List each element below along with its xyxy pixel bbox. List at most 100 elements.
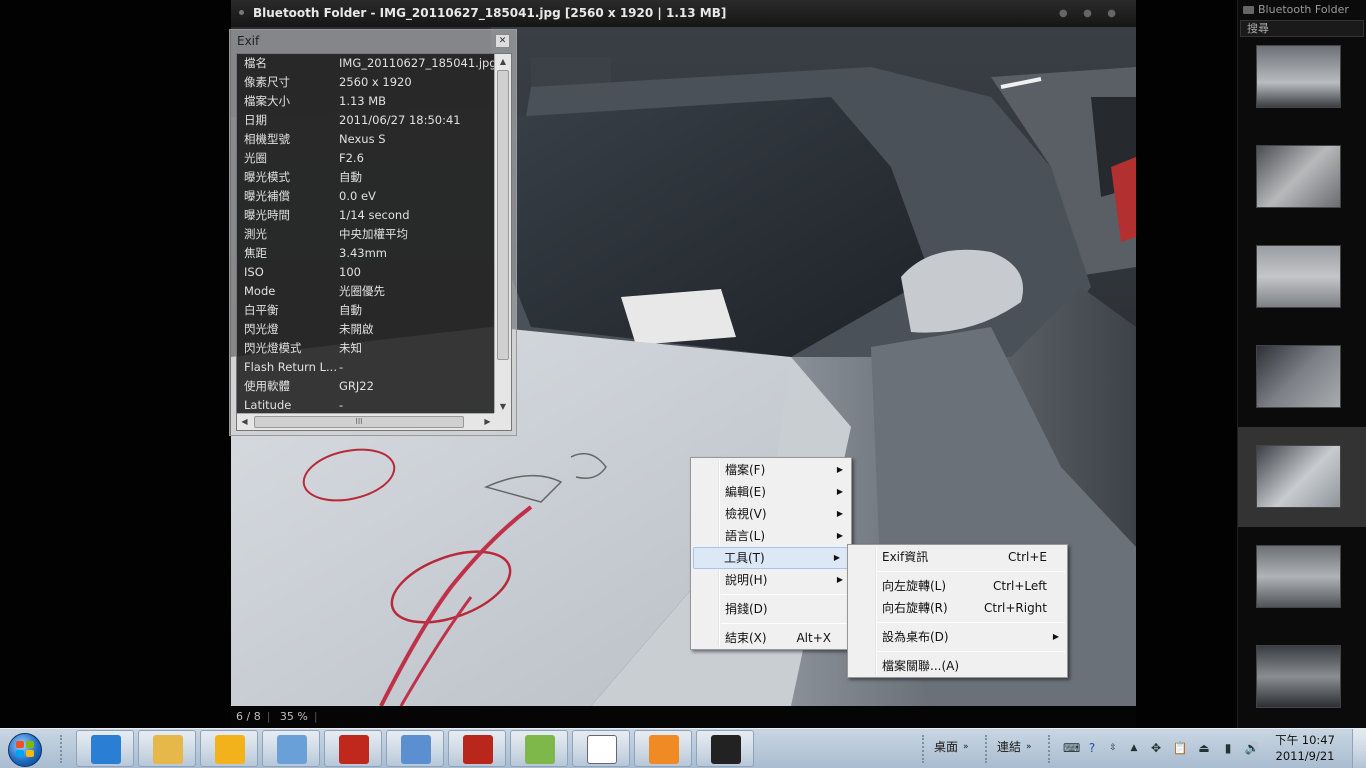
close-icon[interactable]: ✕ — [495, 34, 510, 48]
exif-horizontal-scrollbar[interactable]: ◀ III ▶ — [237, 413, 495, 430]
thumbnail-4[interactable] — [1238, 327, 1366, 427]
menu-item[interactable]: 語言(L) ▶ — [691, 525, 851, 547]
exif-row[interactable]: Mode 光圈優先 — [237, 282, 495, 301]
exif-row[interactable]: 閃光燈 未開啟 — [237, 320, 495, 339]
clock-time: 下午 10:47 — [1275, 733, 1335, 747]
tools-menu-item[interactable]: 檔案關聯...(A) — [848, 655, 1067, 677]
toolbar-grip-2[interactable] — [985, 735, 989, 763]
context-menu[interactable]: 檔案(F) ▶ 編輯(E) ▶ 檢視(V) ▶ 語言(L) ▶ 工具(T) ▶ 說明(H) ▶ 捐錢(D… — [690, 457, 852, 650]
exif-row[interactable]: 焦距 3.43mm — [237, 244, 495, 263]
toolbar-grip-3[interactable] — [1048, 735, 1052, 763]
taskbar-button[interactable] — [138, 730, 196, 767]
thumbnail-5-selected[interactable] — [1238, 427, 1366, 527]
document-icon — [587, 735, 617, 764]
window-controls-dots-icon[interactable]: ● ● ● — [1059, 0, 1122, 27]
move-icon[interactable]: ✥ — [1148, 740, 1164, 756]
exif-row[interactable]: 白平衡 自動 — [237, 301, 495, 320]
tools-submenu[interactable]: Exif資訊 Ctrl+E 向左旋轉(L) Ctrl+Left 向右旋轉(R) Ctrl+… — [847, 544, 1068, 678]
window-menu-dot-icon[interactable] — [239, 10, 244, 15]
viewer-title-bar[interactable]: Bluetooth Folder - IMG_20110627_185041.j… — [231, 0, 1136, 27]
scroll-up-icon[interactable]: ▲ — [495, 54, 511, 69]
menu-item[interactable]: 編輯(E) ▶ — [691, 481, 851, 503]
taskbar-button[interactable] — [510, 730, 568, 767]
taskbar-button[interactable] — [386, 730, 444, 767]
exif-row[interactable]: 檔案大小 1.13 MB — [237, 92, 495, 111]
exif-row[interactable]: 日期 2011/06/27 18:50:41 — [237, 111, 495, 130]
menu-item[interactable]: 檔案(F) ▶ — [691, 459, 851, 481]
menu-item[interactable]: 捐錢(D) — [691, 598, 851, 620]
exif-row[interactable]: 光圈 F2.6 — [237, 149, 495, 168]
toolbar-chevron-icon-2[interactable]: » — [1026, 729, 1032, 767]
exif-row[interactable]: 像素尺寸 2560 x 1920 — [237, 73, 495, 92]
toolbar-desktop[interactable]: 桌面 — [934, 729, 958, 767]
image-index: 6 / 8 — [236, 710, 261, 723]
show-desktop-button[interactable] — [1352, 729, 1366, 768]
menu-item[interactable]: 檢視(V) ▶ — [691, 503, 851, 525]
tools-menu-item[interactable]: 設為桌布(D) ▶ — [848, 626, 1067, 648]
taskbar-button[interactable] — [200, 730, 258, 767]
exif-row[interactable]: 曝光補償 0.0 eV — [237, 187, 495, 206]
keyboard-icon[interactable]: ⌨ — [1063, 740, 1080, 756]
menu-item[interactable]: 工具(T) ▶ — [693, 547, 849, 569]
exif-title-bar[interactable]: Exif ✕ — [230, 30, 516, 52]
exif-row[interactable]: 曝光模式 自動 — [237, 168, 495, 187]
exif-key: 相機型號 — [244, 132, 290, 146]
menu-item[interactable]: 說明(H) ▶ — [691, 569, 851, 591]
tools-menu-item[interactable]: 向左旋轉(L) Ctrl+Left — [848, 575, 1067, 597]
taskbar-button[interactable] — [696, 730, 754, 767]
exif-row[interactable]: Flash Return L... - — [237, 358, 495, 377]
scroll-thumb[interactable] — [497, 70, 509, 360]
taskbar-button[interactable] — [324, 730, 382, 767]
ie-icon — [91, 735, 121, 764]
thumbnail-1[interactable] — [1238, 27, 1366, 127]
taskbar-grip[interactable] — [60, 735, 64, 763]
clock[interactable]: 下午 10:47 2011/9/21 — [1270, 732, 1340, 764]
toolbar-grip[interactable] — [922, 735, 926, 763]
toolbar-links[interactable]: 連結 — [997, 729, 1021, 767]
scroll-down-icon[interactable]: ▼ — [495, 399, 511, 414]
exif-key: 曝光時間 — [244, 208, 290, 222]
show-hidden-icons-icon[interactable]: ▲ — [1126, 740, 1142, 756]
exif-value: 100 — [339, 265, 361, 279]
thumbnail-6[interactable] — [1238, 527, 1366, 627]
toolbar-chevron-icon[interactable]: » — [963, 729, 969, 767]
volume-icon[interactable]: 🔊 — [1244, 740, 1260, 756]
exif-window[interactable]: Exif ✕ 檔名 IMG_20110627_185041.jpg 像素尺寸 2560… — [229, 29, 517, 436]
exif-row[interactable]: 相機型號 Nexus S — [237, 130, 495, 149]
taskbar-button[interactable] — [448, 730, 506, 767]
zoom-level[interactable]: 35 % — [280, 710, 308, 723]
help-icon[interactable]: ? — [1084, 740, 1100, 756]
tray-options-icon[interactable]: ⇳ — [1105, 740, 1121, 756]
taskbar[interactable]: 桌面 » 連結 » ⌨ ? ⇳ ▲ ✥ 📋 ⏏ ▮ 🔊 下午 10:47 201… — [0, 728, 1366, 768]
menu-item[interactable]: 結束(X) Alt+X — [691, 627, 851, 649]
start-button[interactable] — [3, 731, 47, 767]
usb-icon[interactable]: ⏏ — [1196, 740, 1212, 756]
exif-row[interactable]: 閃光燈模式 未知 — [237, 339, 495, 358]
tools-menu-item[interactable]: 向右旋轉(R) Ctrl+Right — [848, 597, 1067, 619]
exif-row[interactable]: 使用軟體 GRJ22 — [237, 377, 495, 396]
taskbar-button[interactable] — [262, 730, 320, 767]
taskbar-button[interactable] — [76, 730, 134, 767]
scroll-left-icon[interactable]: ◀ — [237, 414, 252, 430]
exif-row[interactable]: ISO 100 — [237, 263, 495, 282]
scroll-right-icon[interactable]: ▶ — [480, 414, 495, 430]
exif-list[interactable]: 檔名 IMG_20110627_185041.jpg 像素尺寸 2560 x 1920… — [236, 53, 512, 431]
network-icon[interactable]: ▮ — [1220, 740, 1236, 756]
taskbar-button[interactable] — [634, 730, 692, 767]
hscroll-thumb[interactable]: III — [254, 416, 464, 428]
thumbnail-2[interactable] — [1238, 127, 1366, 227]
exif-row[interactable]: Latitude - — [237, 396, 495, 414]
exif-row[interactable]: 檔名 IMG_20110627_185041.jpg — [237, 54, 495, 73]
filezilla-icon — [463, 735, 493, 764]
clipboard-icon[interactable]: 📋 — [1172, 740, 1188, 756]
thumbnail-7[interactable] — [1238, 627, 1366, 727]
taskbar-button[interactable] — [572, 730, 630, 767]
exif-row[interactable]: 測光 中央加權平均 — [237, 225, 495, 244]
menu-item-label: 工具(T) — [724, 551, 765, 565]
thumbnail-3[interactable] — [1238, 227, 1366, 327]
tools-menu-item[interactable]: Exif資訊 Ctrl+E — [848, 546, 1067, 568]
chrome-icon — [401, 735, 431, 764]
exif-row[interactable]: 曝光時間 1/14 second — [237, 206, 495, 225]
exif-vertical-scrollbar[interactable]: ▲ ▼ — [494, 54, 511, 414]
thumbnail-strip[interactable]: Bluetooth Folder 搜尋 — [1237, 0, 1366, 728]
